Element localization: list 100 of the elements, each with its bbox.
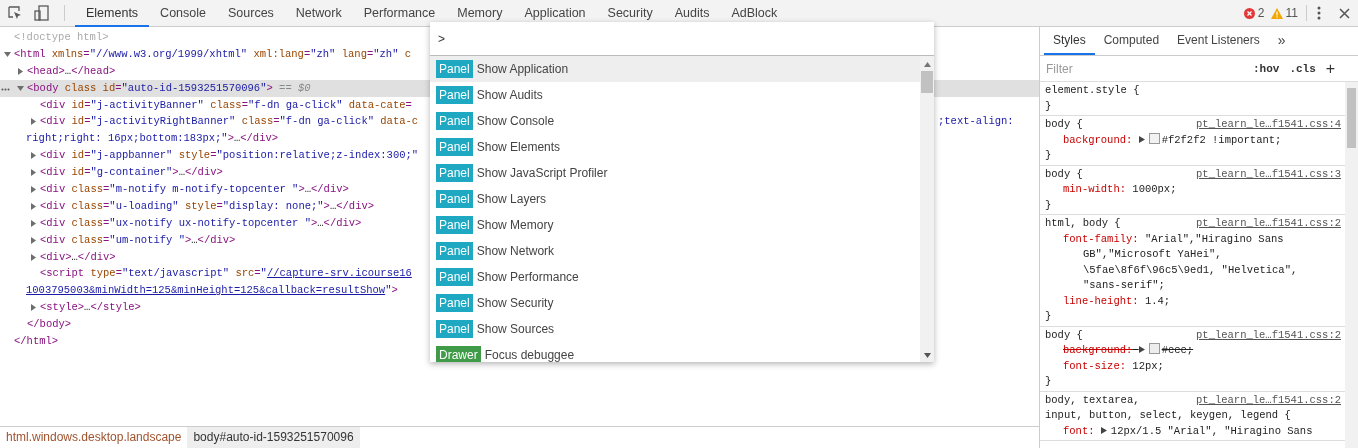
- breadcrumb[interactable]: body#auto-id-1593251570096: [187, 427, 360, 448]
- expand-arrow-icon[interactable]: [1138, 135, 1145, 143]
- closing-tag-line[interactable]: </html>: [14, 333, 59, 350]
- command-item[interactable]: Panel Show Layers: [430, 186, 920, 212]
- color-swatch[interactable]: [1148, 132, 1160, 144]
- more-menu-icon[interactable]: [1317, 6, 1321, 20]
- closing-brace: }: [1045, 148, 1053, 163]
- dom-node-line[interactable]: <script type="text/javascript" src="//capture-srv.icourse16: [40, 265, 412, 283]
- scroll-down-icon[interactable]: [923, 353, 931, 358]
- dom-node-line[interactable]: <div>…</div>: [40, 248, 116, 266]
- source-link[interactable]: pt_learn_le…f1541.css:2: [1196, 392, 1341, 408]
- css-declaration[interactable]: font-size: 12px;: [1045, 358, 1341, 374]
- expand-arrow-icon[interactable]: [1138, 346, 1145, 353]
- command-item[interactable]: Panel Show Console: [430, 108, 920, 134]
- sidebar-tab[interactable]: Computed: [1094, 27, 1169, 55]
- color-swatch[interactable]: [1148, 343, 1160, 354]
- command-item[interactable]: Panel Show Memory: [430, 212, 920, 238]
- more-tabs-button[interactable]: »: [1268, 27, 1295, 55]
- new-rule-button[interactable]: +: [1320, 59, 1341, 78]
- dom-node-line[interactable]: <div id="j-activityBanner" class="f-dn ga-click" data-cate=: [40, 96, 412, 114]
- closing-brace: }: [1045, 309, 1053, 324]
- closing-brace: }: [1045, 197, 1053, 213]
- css-declaration[interactable]: font: 12px/1.5 "Arial", "Hiragino Sans: [1045, 423, 1341, 439]
- source-link[interactable]: pt_learn_le…f1541.css:4: [1196, 117, 1341, 133]
- dom-node-line[interactable]: <style>…</style>: [40, 299, 141, 317]
- category-badge: Panel: [436, 216, 473, 234]
- dom-node-line[interactable]: <div class="um-notify ">…</div>: [40, 231, 236, 249]
- category-badge: Panel: [436, 294, 473, 312]
- command-item[interactable]: Drawer Focus debuggee: [430, 342, 920, 362]
- panel-tab[interactable]: Sources: [217, 0, 285, 27]
- dom-node-line[interactable]: <div id="g-container">…</div>: [40, 164, 223, 182]
- command-item[interactable]: Panel Show Elements: [430, 134, 920, 160]
- command-item[interactable]: Panel Show Audits: [430, 82, 920, 108]
- dom-node-line[interactable]: ;text-align:: [938, 113, 1014, 131]
- class-button[interactable]: .cls: [1284, 62, 1321, 75]
- css-declaration[interactable]: background: #eee;: [1045, 343, 1341, 359]
- dom-node-line[interactable]: <div class="u-loading" style="display: none;">…</div>: [40, 197, 375, 215]
- panel-tab[interactable]: Console: [149, 0, 217, 27]
- expand-arrow-icon[interactable]: [1100, 426, 1107, 434]
- collapsed-arrow-icon[interactable]: [30, 152, 37, 160]
- dom-node-line[interactable]: <div id="j-appbanner" style="position:relative;z-index:300;": [40, 147, 419, 165]
- dom-node-line[interactable]: <div class="m-notify m-notify-topcenter ">…</div>: [40, 181, 349, 198]
- closing-tag-line[interactable]: </body>: [27, 316, 72, 334]
- command-item[interactable]: Panel Show Network: [430, 238, 920, 264]
- error-icon: [1243, 7, 1255, 19]
- collapsed-arrow-icon[interactable]: [30, 185, 37, 193]
- command-label: Show Network: [476, 244, 555, 258]
- dom-node-line[interactable]: <head>…</head>: [27, 62, 116, 80]
- category-badge: Panel: [436, 60, 473, 78]
- scrollbar[interactable]: [1345, 82, 1358, 448]
- dom-node-line[interactable]: <html xmlns="//www.w3.org/1999/xhtml" xml:lang="zh" lang="zh" c: [14, 45, 412, 63]
- command-label: Show Performance: [476, 270, 579, 284]
- source-link[interactable]: pt_learn_le…f1541.css:2: [1196, 216, 1341, 232]
- collapsed-arrow-icon[interactable]: [17, 67, 24, 75]
- expanded-arrow-icon[interactable]: [4, 50, 11, 58]
- dom-node-line[interactable]: <div id="j-activityRightBanner" class="f-dn ga-click" data-c: [40, 113, 419, 131]
- command-item[interactable]: Panel Show Security: [430, 290, 920, 316]
- category-badge: Panel: [436, 268, 473, 286]
- collapsed-arrow-icon[interactable]: [30, 202, 37, 210]
- css-declaration[interactable]: min-width: 1000px;: [1045, 182, 1341, 198]
- dom-node-line[interactable]: 1003795003&minWidth=125&minHeight=125&callback=resultShow">: [26, 282, 398, 300]
- scroll-up-icon[interactable]: [923, 62, 931, 67]
- command-item[interactable]: Panel Show Application: [430, 56, 920, 82]
- command-item[interactable]: Panel Show Performance: [430, 264, 920, 290]
- sidebar-tab[interactable]: Event Listeners: [1168, 27, 1269, 55]
- dom-node-line[interactable]: <div class="ux-notify ux-notify-topcenter ">…</div>: [40, 214, 362, 232]
- collapsed-arrow-icon[interactable]: [30, 118, 37, 126]
- panel-tab[interactable]: Network: [284, 0, 353, 27]
- css-declaration[interactable]: font-family: "Arial","Hiragino Sans GB","Microsoft YaHei", \5fae\8f6f\96c5\9ed1, "Helvetica", "sans-serif";: [1045, 231, 1341, 294]
- hover-state-button[interactable]: :hov: [1248, 62, 1285, 75]
- collapsed-arrow-icon[interactable]: [30, 253, 37, 261]
- category-badge: Panel: [436, 242, 473, 260]
- collapsed-arrow-icon[interactable]: [30, 169, 37, 177]
- category-badge: Panel: [436, 112, 473, 130]
- css-declaration[interactable]: background: #f2f2f2 !important;: [1045, 132, 1341, 148]
- command-item[interactable]: Panel Show Sources: [430, 316, 920, 342]
- category-badge: Panel: [436, 138, 473, 156]
- category-badge: Panel: [436, 320, 473, 338]
- panel-tab[interactable]: Elements: [75, 0, 150, 27]
- inspect-icon[interactable]: [8, 6, 22, 20]
- command-input[interactable]: >: [430, 22, 934, 56]
- collapsed-arrow-icon[interactable]: [30, 219, 37, 227]
- breadcrumb[interactable]: html.windows.desktop.landscape: [0, 427, 188, 448]
- device-icon[interactable]: [34, 5, 50, 21]
- collapsed-arrow-icon[interactable]: [30, 236, 37, 244]
- css-declaration[interactable]: line-height: 1.4;: [1045, 293, 1341, 309]
- close-icon[interactable]: [1339, 7, 1350, 19]
- expanded-arrow-icon[interactable]: [17, 84, 24, 92]
- ellipsis-icon[interactable]: [1, 87, 10, 91]
- command-label: Show JavaScript Profiler: [476, 166, 608, 180]
- scrollbar-thumb[interactable]: [921, 71, 933, 93]
- dom-node-line[interactable]: right;right: 16px;bottom:183px;">…</div>: [26, 130, 279, 148]
- sidebar-tab[interactable]: Styles: [1044, 27, 1095, 55]
- closing-brace: }: [1045, 374, 1053, 389]
- source-link[interactable]: pt_learn_le…f1541.css:3: [1196, 166, 1341, 182]
- source-link[interactable]: pt_learn_le…f1541.css:2: [1196, 327, 1341, 343]
- collapsed-arrow-icon[interactable]: [30, 304, 37, 312]
- command-item[interactable]: Panel Show JavaScript Profiler: [430, 160, 920, 186]
- category-badge: Panel: [436, 164, 473, 182]
- scrollbar[interactable]: [920, 56, 934, 362]
